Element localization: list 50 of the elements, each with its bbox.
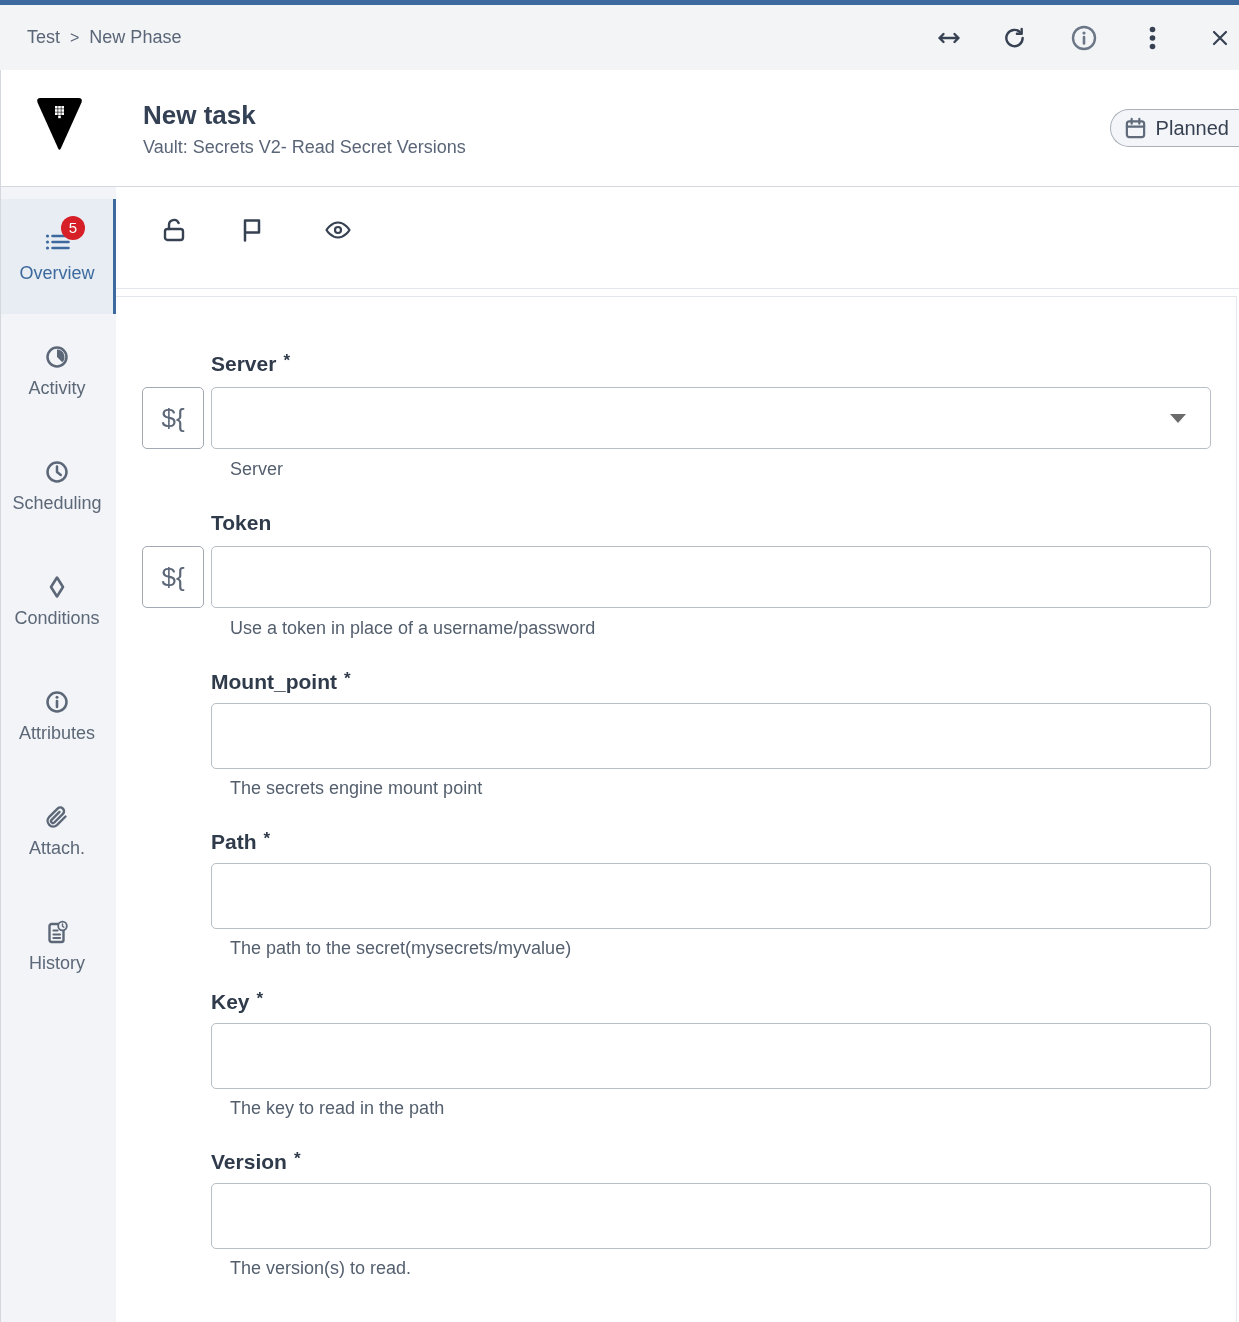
help-text: Server [230, 458, 283, 481]
text-field[interactable] [211, 1183, 1211, 1249]
help-text: The path to the secret(mysecrets/myvalue) [230, 937, 572, 960]
close-icon[interactable] [1212, 29, 1228, 46]
status-button[interactable]: Planned [1109, 109, 1239, 147]
padlock-icon[interactable] [163, 217, 185, 242]
logo-icon [36, 97, 83, 151]
breadcrumb-current: New Phase [89, 26, 182, 49]
text-field[interactable] [211, 1023, 1211, 1089]
sidebar-item[interactable]: History [1, 889, 116, 1004]
dropdown-field[interactable] [211, 387, 1211, 449]
text-field[interactable] [211, 546, 1211, 608]
eye-icon[interactable] [325, 220, 351, 239]
field-label: Server * [211, 350, 290, 377]
sidebar-item[interactable]: Scheduling [1, 429, 116, 544]
more-icon[interactable] [1149, 25, 1156, 50]
field-label: Path * [211, 828, 271, 855]
help-text: The secrets engine mount point [230, 777, 483, 800]
flag-icon[interactable] [242, 217, 262, 242]
double-arrow-icon[interactable] [937, 31, 961, 44]
help-text: The key to read in the path [230, 1097, 445, 1120]
breadcrumb-separator: > [70, 27, 80, 48]
sidebar-item[interactable]: Overview 5 [1, 199, 116, 314]
count-badge: 5 [61, 216, 85, 240]
field-label: Key * [211, 988, 264, 1015]
sidebar-item[interactable]: Attach. [1, 774, 116, 889]
text-field[interactable] [211, 863, 1211, 929]
sidebar-item[interactable]: Attributes [1, 659, 116, 774]
field-label: Token [211, 510, 272, 536]
calendar-icon [1123, 116, 1147, 140]
variable-button[interactable]: ${ [142, 546, 204, 608]
help-text: Use a token in place of a username/password [230, 617, 596, 640]
help-text: The version(s) to read. [230, 1257, 412, 1280]
field-label: Version * [211, 1148, 301, 1175]
text-field[interactable] [211, 703, 1211, 769]
info-icon[interactable] [1071, 24, 1097, 51]
breadcrumb-link[interactable]: Test [27, 24, 60, 51]
info-icon [45, 690, 69, 714]
caret-down-icon [1170, 413, 1186, 423]
document-clock-icon [45, 920, 69, 944]
task-title: New task [143, 99, 257, 131]
refresh-icon[interactable] [1003, 25, 1026, 50]
task-subtitle: Vault: Secrets V2- Read Secret Versions [143, 136, 466, 159]
variable-button[interactable]: ${ [142, 387, 204, 449]
field-label: Mount_point * [211, 668, 351, 695]
sidebar-item[interactable]: Conditions [1, 544, 116, 659]
clock-icon [45, 460, 69, 484]
sidebar-item[interactable]: Activity [1, 314, 116, 429]
paperclip-icon [45, 805, 69, 829]
pie-chart-icon [45, 345, 69, 369]
